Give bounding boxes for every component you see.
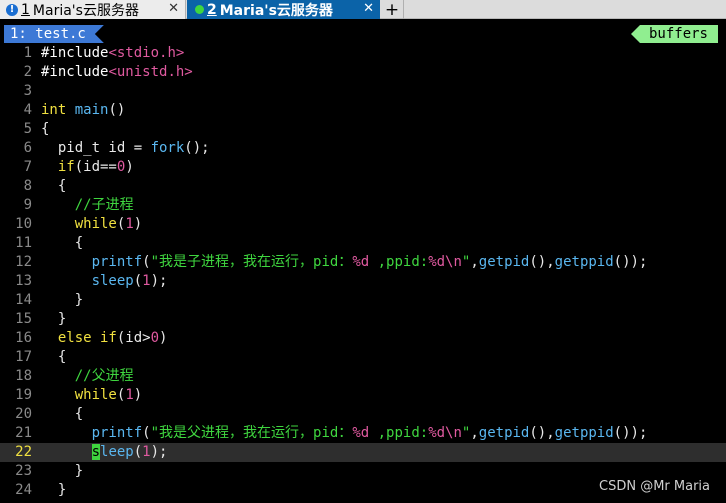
code-line: 18 //父进程 [0,367,726,386]
line-number: 11 [15,235,32,251]
text-cursor: s [91,444,101,460]
code-line: 2 #include<unistd.h> [0,63,726,82]
line-text: if(id==0) [57,159,134,175]
line-number: 17 [15,349,32,365]
tab-title: Maria's云服务器 [219,2,333,19]
line-number: 4 [23,102,32,118]
line-number: 13 [15,273,32,289]
line-number: 12 [15,254,32,270]
vim-file-tab[interactable]: 1: test.c [4,25,104,43]
line-number: 5 [23,121,32,137]
line-number: 16 [15,330,32,346]
line-number: 14 [15,292,32,308]
line-number: 15 [15,311,32,327]
line-text: pid_t id = fork(); [41,140,210,156]
terminal-tab-1[interactable]: ! 1 Maria's云服务器 ✕ [0,0,186,19]
line-text: while(1) [74,387,143,403]
code-line: 13 sleep(1); [0,272,726,291]
code-line: 11 { [0,234,726,253]
close-icon[interactable]: ✕ [168,1,179,16]
code-line: 14 } [0,291,726,310]
code-line: 21 printf("我是父进程，我在运行，pid：%d ,ppid:%d\n"… [0,424,726,443]
code-line: 19 while(1) [0,386,726,405]
code-line: 12 printf("我是子进程，我在运行，pid：%d ,ppid:%d\n"… [0,253,726,272]
line-text: sleep(1); [91,273,168,289]
code-line: 7 if(id==0) [0,158,726,177]
code-line: 4 int main() [0,101,726,120]
line-text: { [41,121,50,137]
code-line: 8 { [0,177,726,196]
code-line: 20 { [0,405,726,424]
code-line: 3 [0,82,726,101]
line-text: //子进程 [74,197,134,213]
line-text: } [41,311,67,327]
line-text: { [41,406,84,422]
add-tab-button[interactable]: + [381,0,404,20]
line-number: 2 [23,64,32,80]
line-number: 3 [23,83,32,99]
line-text: { [41,235,84,251]
code-line: 1 #include<stdio.h> [0,44,726,63]
tab-index: 1 [21,1,30,18]
line-text: } [41,482,67,498]
line-text: int main() [41,102,126,118]
line-number: 24 [15,482,32,498]
line-text: printf("我是子进程，我在运行，pid：%d ,ppid:%d\n",ge… [91,254,648,270]
line-number: 21 [15,425,32,441]
code-line: 6 pid_t id = fork(); [0,139,726,158]
vim-buffers-indicator: buffers [630,25,718,43]
tab-index: 2 [207,1,217,18]
line-text: } [41,292,84,308]
code-line: 15 } [0,310,726,329]
line-number: 7 [23,159,32,175]
line-text: sleep(1); [91,444,168,460]
line-text: #include<unistd.h> [41,64,193,80]
code-line: 17 { [0,348,726,367]
info-icon: ! [6,3,18,16]
line-number: 1 [23,45,32,61]
line-text: //父进程 [74,368,134,384]
line-number: 18 [15,368,32,384]
terminal-tab-bar: ! 1 Maria's云服务器 ✕ 2 Maria's云服务器 ✕ + [0,0,726,20]
line-text: { [41,178,67,194]
line-number: 19 [15,387,32,403]
line-number: 6 [23,140,32,156]
close-icon[interactable]: ✕ [363,1,374,16]
code-line: 16 else if(id>0) [0,329,726,348]
line-text: printf("我是父进程，我在运行，pid：%d ,ppid:%d\n",ge… [91,425,648,441]
code-line: 10 while(1) [0,215,726,234]
line-number: 23 [15,463,32,479]
line-number: 9 [23,197,32,213]
code-line: 5{ [0,120,726,139]
line-number: 20 [15,406,32,422]
line-text: #include<stdio.h> [41,45,185,61]
line-text: while(1) [74,216,143,232]
line-number: 8 [23,178,32,194]
line-text: { [41,349,67,365]
code-line-current: 22 sleep(1); [0,443,726,462]
line-text: } [41,463,84,479]
code-editor[interactable]: 1 #include<stdio.h> 2 #include<unistd.h> 3… [0,44,726,500]
line-number: 22 [15,444,32,460]
watermark: CSDN @Mr Maria [599,479,710,494]
code-line: 9 //子进程 [0,196,726,215]
tab-title: Maria's云服务器 [32,2,139,19]
line-text: else if(id>0) [57,330,168,346]
connected-status-icon [195,5,204,14]
vim-tabline: 1: test.c buffers [0,24,726,44]
line-number: 10 [15,216,32,232]
terminal-tab-2[interactable]: 2 Maria's云服务器 ✕ [187,0,380,19]
